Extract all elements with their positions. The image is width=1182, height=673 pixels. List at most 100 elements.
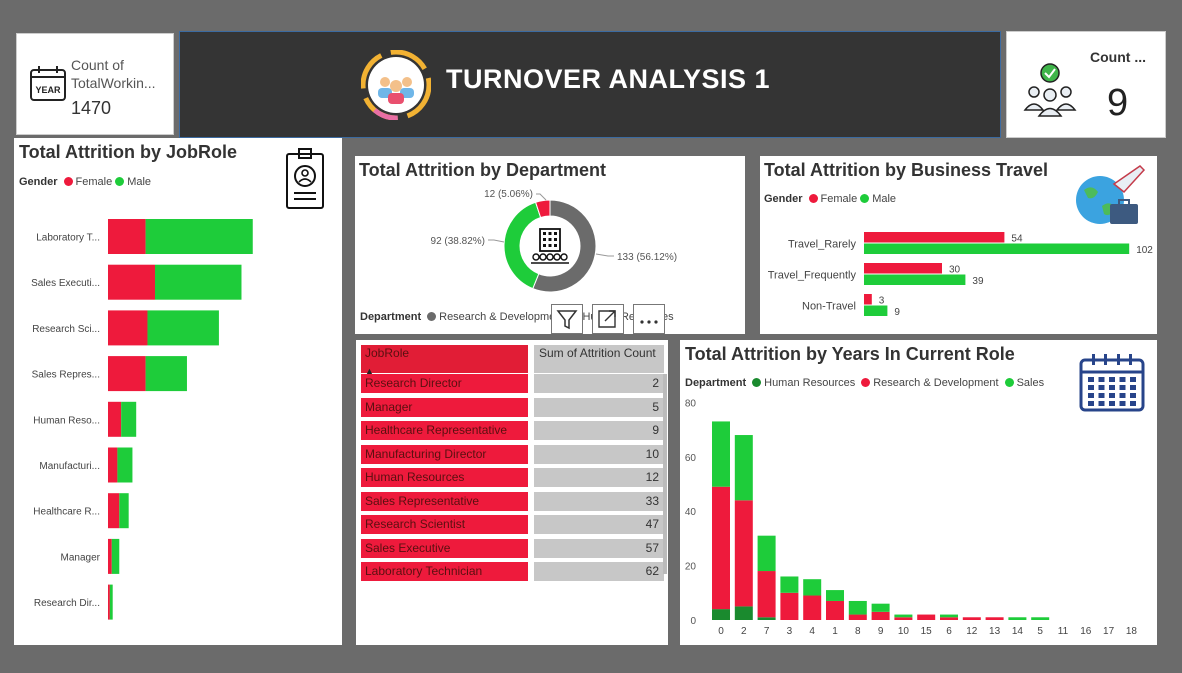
table-row[interactable]: Sales Executive 57 (361, 538, 665, 558)
bar-segment (757, 571, 776, 618)
bar-female (864, 263, 942, 274)
bar-segment (712, 421, 730, 487)
jobrole-bar-chart[interactable]: Laboratory T... Sales Executi... Research … (14, 198, 342, 638)
x-tick-label: 15 (921, 626, 933, 637)
chart-attrition-by-department[interactable]: Total Attrition by Department 133 (56.12… (355, 156, 745, 334)
bar-male (109, 584, 113, 620)
bar-segment (871, 611, 890, 620)
x-tick-label: 8 (855, 626, 861, 637)
bar-segment (712, 609, 730, 620)
tick-label-jobrole: Human Reso... (33, 415, 100, 426)
y-tick-label: 20 (685, 562, 697, 573)
chart-title: Total Attrition by Business Travel (764, 160, 1049, 180)
bar-female (864, 232, 1005, 243)
cell-attrition-count: 33 (534, 491, 664, 511)
y-tick-label: 40 (685, 507, 697, 518)
travel-bar-chart[interactable]: Travel_Rarely 54 102 Travel_Frequently 30 39 N… (760, 222, 1157, 332)
bar-segment (734, 435, 753, 501)
bar-segment (962, 617, 981, 620)
more-options-icon (640, 320, 658, 324)
svg-text:YEAR: YEAR (35, 85, 61, 95)
tick-label-jobrole: Manager (61, 552, 101, 563)
table-header-jobrole[interactable]: JobRole ▲ (361, 345, 528, 376)
x-tick-label: 9 (878, 626, 884, 637)
cell-attrition-count: 47 (534, 515, 664, 534)
cell-jobrole: Research Director (361, 374, 528, 393)
tick-label-jobrole: Laboratory T... (36, 233, 100, 244)
y-tick-label: 80 (685, 398, 697, 409)
x-tick-label: 5 (1037, 626, 1043, 637)
cell-jobrole: Sales Executive (361, 538, 528, 558)
bar-male (864, 305, 888, 316)
cell-jobrole: Healthcare Representative (361, 421, 528, 440)
department-donut-chart[interactable]: 133 (56.12%) 92 (38.82%) 12 (5.06%) (355, 184, 745, 304)
x-tick-label: 14 (1012, 626, 1024, 637)
bar-segment (780, 592, 799, 620)
x-tick-label: 7 (764, 626, 770, 637)
table-row[interactable]: Sales Representative 33 (361, 491, 665, 511)
bar-segment (894, 617, 913, 620)
bar-segment (1008, 617, 1027, 620)
scrollbar[interactable] (663, 374, 667, 574)
globe-plane-icon (1076, 165, 1146, 224)
tick-label-jobrole: Research Dir... (34, 598, 100, 609)
x-tick-label: 6 (946, 626, 952, 637)
table-row[interactable]: Laboratory Technician 62 (361, 562, 665, 581)
filter-icon (556, 310, 578, 330)
cell-attrition-count: 10 (534, 444, 664, 464)
people-check-icon (1023, 63, 1077, 117)
bar-segment (940, 617, 958, 620)
kpi-value: 9 (1107, 82, 1129, 124)
y-tick-label: 0 (690, 616, 696, 627)
chart-title: Total Attrition by JobRole (19, 142, 237, 162)
table-row[interactable]: Human Resources 12 (361, 468, 665, 487)
bar-segment (757, 535, 776, 572)
chart-legend: Gender Female Male (764, 193, 897, 205)
bar-male (111, 538, 120, 574)
x-tick-label: 1 (832, 626, 838, 637)
tick-label-jobrole: Healthcare R... (33, 507, 100, 518)
filter-button[interactable] (551, 304, 583, 334)
cell-jobrole: Laboratory Technician (361, 562, 528, 581)
table-row[interactable]: Research Scientist 47 (361, 515, 665, 534)
table-row[interactable]: Manager 5 (361, 397, 665, 417)
cell-jobrole: Manufacturing Director (361, 444, 528, 464)
more-options-button[interactable] (633, 304, 665, 334)
x-tick-label: 12 (966, 626, 978, 637)
bar-segment (826, 600, 844, 620)
x-tick-label: 0 (718, 626, 724, 637)
bar-segment (1031, 617, 1050, 620)
years-stacked-bar-chart[interactable]: 0204060800 2 7 3 4 1 8 9 10 15 6 12 13 14 5 11 16 17 18 (680, 392, 1157, 642)
bar-female (108, 584, 110, 620)
bar-segment (848, 600, 867, 615)
bar-segment (826, 590, 844, 601)
tick-label-travel: Non-Travel (802, 301, 856, 313)
chart-attrition-by-jobrole[interactable]: Total Attrition by JobRole Gender Female M… (14, 138, 342, 645)
table-row[interactable]: Manufacturing Director 10 (361, 444, 665, 464)
table-row[interactable]: Healthcare Representative 9 (361, 421, 665, 440)
data-label-hr: 12 (5.06%) (484, 189, 533, 200)
table-row[interactable]: Research Director 2 (361, 374, 665, 393)
bar-segment (712, 486, 730, 610)
bar-segment (894, 614, 913, 618)
jobrole-attrition-table[interactable]: JobRole ▲ Sum of Attrition Count Research… (356, 340, 668, 645)
cell-attrition-count: 2 (534, 374, 664, 393)
bar-segment (917, 614, 936, 620)
cell-attrition-count: 5 (534, 397, 664, 417)
bar-female (108, 310, 148, 346)
kpi-card-total-working: YEAR Count of TotalWorkin... 1470 (16, 33, 174, 135)
cell-jobrole: Manager (361, 397, 528, 417)
bar-segment (848, 614, 867, 620)
bar-male (121, 401, 137, 437)
bar-female (108, 493, 120, 529)
bar-segment (871, 603, 890, 612)
data-label-sales: 92 (38.82%) (431, 236, 485, 247)
kpi-label: Count ... (1090, 49, 1146, 65)
kpi-card-count: Count ... 9 (1006, 31, 1166, 138)
table-header-attrition[interactable]: Sum of Attrition Count (534, 345, 664, 373)
cell-attrition-count: 9 (534, 421, 664, 440)
chart-attrition-by-years-in-role[interactable]: Total Attrition by Years In Current Role… (680, 340, 1157, 645)
bar-segment (734, 500, 753, 607)
chart-attrition-by-business-travel[interactable]: Total Attrition by Business Travel Gende… (760, 156, 1157, 334)
focus-mode-button[interactable] (592, 304, 624, 334)
